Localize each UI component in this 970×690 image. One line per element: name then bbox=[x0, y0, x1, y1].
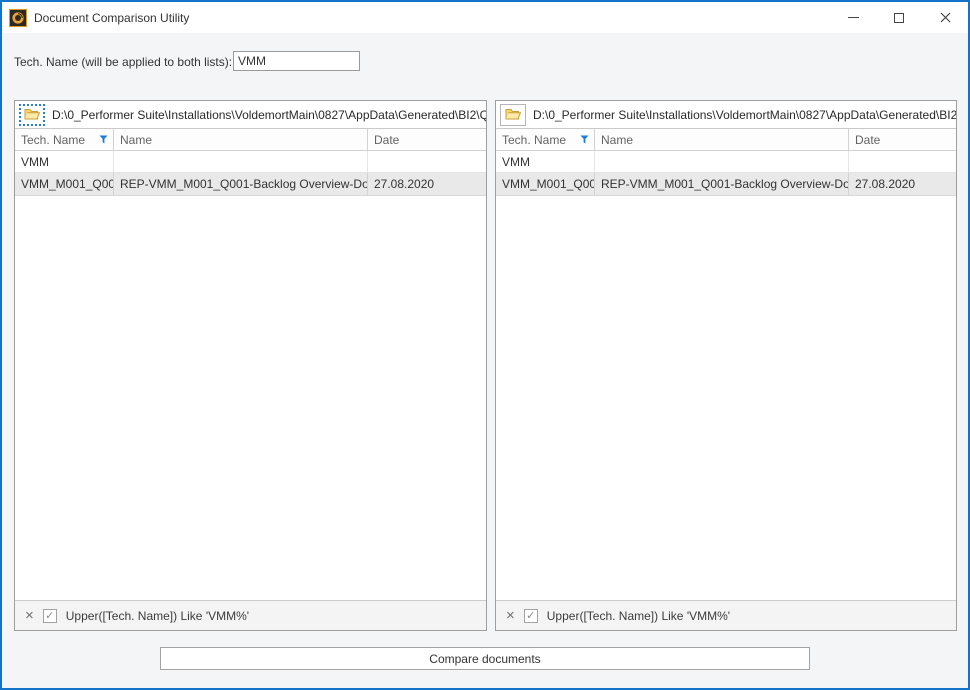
right-row-date: 27.08.2020 bbox=[849, 173, 956, 196]
right-column-header-date[interactable]: Date bbox=[849, 129, 956, 150]
close-icon bbox=[940, 12, 951, 23]
right-filter-cell-tech-name[interactable]: VMM bbox=[496, 151, 595, 173]
right-auto-filter-row: VMM bbox=[496, 151, 956, 173]
maximize-button[interactable] bbox=[876, 2, 922, 33]
left-auto-filter-row: VMM bbox=[15, 151, 486, 173]
filter-funnel-icon[interactable] bbox=[99, 135, 108, 144]
maximize-icon bbox=[894, 13, 904, 23]
filter-enabled-checkbox[interactable]: ✓ bbox=[43, 609, 57, 623]
right-path-bar: D:\0_Performer Suite\Installations\Volde… bbox=[496, 101, 956, 129]
left-row-name: REP-VMM_M001_Q001-Backlog Overview-Doc_E… bbox=[114, 173, 368, 196]
right-table-row[interactable]: VMM_M001_Q001 REP-VMM_M001_Q001-Backlog … bbox=[496, 173, 956, 196]
left-filter-cell-name[interactable] bbox=[114, 151, 368, 173]
tech-name-label: Tech. Name (will be applied to both list… bbox=[14, 55, 232, 69]
left-column-header-date[interactable]: Date bbox=[368, 129, 486, 150]
clear-filter-icon[interactable]: × bbox=[25, 608, 34, 623]
left-column-header-name[interactable]: Name bbox=[114, 129, 368, 150]
left-column-header-tech-name[interactable]: Tech. Name bbox=[15, 129, 114, 150]
right-filter-cell-name[interactable] bbox=[595, 151, 849, 173]
left-filter-bar: × ✓ Upper([Tech. Name]) Like 'VMM%' bbox=[15, 600, 486, 630]
app-window: Document Comparison Utility Tech. Name (… bbox=[0, 0, 970, 690]
left-grid-empty-area bbox=[15, 196, 486, 600]
left-grid-header: Tech. Name Name Date bbox=[15, 129, 486, 151]
right-filter-bar: × ✓ Upper([Tech. Name]) Like 'VMM%' bbox=[496, 600, 956, 630]
left-path-bar: D:\0_Performer Suite\Installations\Volde… bbox=[15, 101, 486, 129]
left-browse-folder-button[interactable] bbox=[19, 104, 45, 126]
close-button[interactable] bbox=[922, 2, 968, 33]
left-row-tech-name: VMM_M001_Q001 bbox=[15, 173, 114, 196]
right-row-tech-name: VMM_M001_Q001 bbox=[496, 173, 595, 196]
left-row-date: 27.08.2020 bbox=[368, 173, 486, 196]
left-document-panel: D:\0_Performer Suite\Installations\Volde… bbox=[14, 100, 487, 631]
right-grid-empty-area bbox=[496, 196, 956, 600]
left-filter-cell-date[interactable] bbox=[368, 151, 486, 173]
right-document-panel: D:\0_Performer Suite\Installations\Volde… bbox=[495, 100, 957, 631]
right-grid-header: Tech. Name Name Date bbox=[496, 129, 956, 151]
left-filter-expression: Upper([Tech. Name]) Like 'VMM%' bbox=[66, 609, 249, 623]
compare-documents-button[interactable]: Compare documents bbox=[160, 647, 810, 670]
title-bar: Document Comparison Utility bbox=[2, 2, 968, 33]
folder-open-icon bbox=[505, 108, 521, 121]
folder-open-icon bbox=[24, 108, 40, 121]
right-folder-path: D:\0_Performer Suite\Installations\Volde… bbox=[533, 108, 956, 122]
right-row-name: REP-VMM_M001_Q001-Backlog Overview-Doc_E… bbox=[595, 173, 849, 196]
right-column-header-tech-name[interactable]: Tech. Name bbox=[496, 129, 595, 150]
right-browse-folder-button[interactable] bbox=[500, 104, 526, 126]
right-filter-expression: Upper([Tech. Name]) Like 'VMM%' bbox=[547, 609, 730, 623]
window-title: Document Comparison Utility bbox=[34, 11, 189, 25]
filter-enabled-checkbox[interactable]: ✓ bbox=[524, 609, 538, 623]
right-column-header-name[interactable]: Name bbox=[595, 129, 849, 150]
filter-funnel-icon[interactable] bbox=[580, 135, 589, 144]
clear-filter-icon[interactable]: × bbox=[506, 608, 515, 623]
minimize-button[interactable] bbox=[830, 2, 876, 33]
left-folder-path: D:\0_Performer Suite\Installations\Volde… bbox=[52, 108, 486, 122]
window-controls bbox=[830, 2, 968, 33]
app-logo-icon bbox=[9, 9, 27, 27]
left-filter-cell-tech-name[interactable]: VMM bbox=[15, 151, 114, 173]
right-filter-cell-date[interactable] bbox=[849, 151, 956, 173]
tech-name-input[interactable] bbox=[233, 51, 360, 71]
minimize-icon bbox=[848, 17, 859, 18]
left-table-row[interactable]: VMM_M001_Q001 REP-VMM_M001_Q001-Backlog … bbox=[15, 173, 486, 196]
